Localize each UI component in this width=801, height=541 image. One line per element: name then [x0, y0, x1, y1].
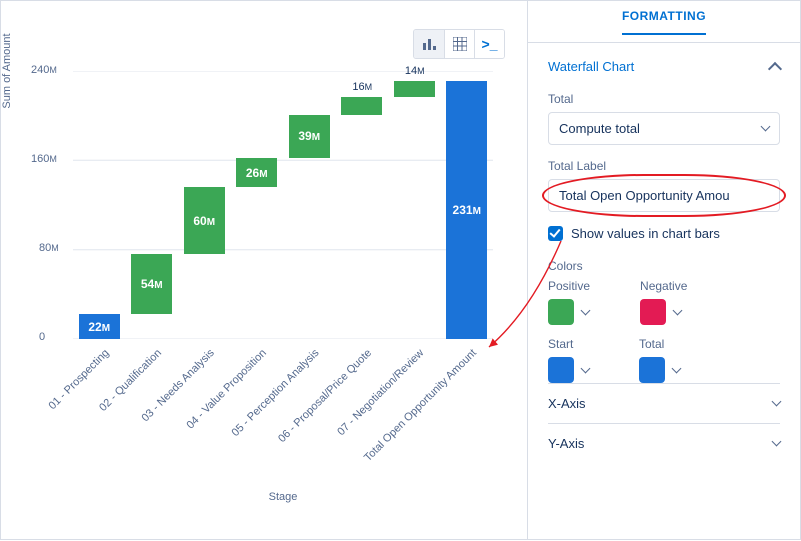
chart-mode-button[interactable]	[414, 30, 444, 58]
section-x-axis[interactable]: X-Axis	[548, 383, 780, 423]
chevron-down-icon	[772, 437, 782, 447]
label-colors: Colors	[548, 259, 780, 273]
color-negative[interactable]	[640, 299, 687, 325]
check-icon	[548, 226, 563, 241]
bar[interactable]: 22M	[79, 314, 120, 339]
x-axis-title: Stage	[73, 491, 493, 503]
color-positive[interactable]	[548, 299, 590, 325]
bars-layer: 22M 54M 60M 26M 39M 231M	[73, 71, 493, 339]
y-tick: 160M	[31, 153, 57, 165]
bar[interactable]: 54M	[131, 254, 172, 314]
tab-formatting[interactable]: FORMATTING	[528, 1, 800, 43]
label-total-label: Total Label	[548, 159, 780, 173]
label-positive: Positive	[548, 279, 590, 293]
show-values-checkbox[interactable]: Show values in chart bars	[548, 226, 780, 241]
label-total-color: Total	[639, 337, 680, 351]
label-negative: Negative	[640, 279, 687, 293]
bar-value: 54M	[131, 277, 172, 291]
total-label-input[interactable]	[548, 179, 780, 212]
bar[interactable]: 231M	[446, 81, 487, 339]
x-category: 05 - Perception Analysis	[230, 347, 322, 439]
x-category: Total Open Opportunity Amount	[362, 347, 479, 464]
section-y-axis[interactable]: Y-Axis	[548, 423, 780, 463]
chevron-down-icon	[581, 363, 591, 373]
bar[interactable]: 60M	[184, 187, 225, 254]
y-axis-title: Sum of Amount	[1, 0, 13, 205]
bar[interactable]: 39M	[289, 115, 330, 159]
chart-area: >_ Sum of Amount 0 80M 160M 240M 22M 54M 6…	[1, 1, 528, 539]
table-mode-button[interactable]	[444, 30, 474, 58]
chevron-down-icon	[673, 305, 683, 315]
chevron-down-icon	[761, 122, 771, 132]
bar-value: 231M	[446, 203, 487, 217]
bar-value: 22M	[79, 320, 120, 334]
chevron-down-icon	[581, 305, 591, 315]
query-button[interactable]: >_	[474, 30, 504, 58]
label-start: Start	[548, 337, 589, 351]
y-tick: 80M	[39, 242, 59, 254]
x-categories: 01 - Prospecting02 - Qualification03 - N…	[73, 347, 493, 497]
label-total: Total	[548, 92, 780, 106]
y-tick: 240M	[31, 64, 57, 76]
bar[interactable]	[341, 97, 382, 115]
bar-value: 26M	[236, 166, 277, 180]
chart-toolbar: >_	[413, 29, 505, 59]
y-tick: 0	[39, 331, 45, 343]
x-category: 06 - Proposal/Price Quote	[276, 347, 374, 445]
chevron-down-icon	[672, 363, 682, 373]
x-category: 07 - Negotiation/Review	[336, 347, 427, 438]
section-waterfall[interactable]: Waterfall Chart	[548, 55, 780, 78]
bar-value: 39M	[289, 129, 330, 143]
color-start[interactable]	[548, 357, 589, 383]
formatting-panel: FORMATTING Waterfall Chart Total Compute…	[528, 1, 800, 539]
bar[interactable]	[394, 81, 435, 97]
chevron-up-icon	[768, 61, 782, 75]
color-total[interactable]	[639, 357, 680, 383]
chevron-down-icon	[772, 397, 782, 407]
bar[interactable]: 26M	[236, 158, 277, 187]
total-select[interactable]: Compute total	[548, 112, 780, 145]
bar-value: 60M	[184, 214, 225, 228]
